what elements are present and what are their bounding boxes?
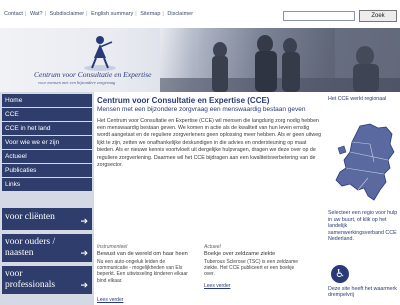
sidebar-item-cce[interactable]: CCE (2, 108, 92, 121)
right-column: Het CCE werkt regionaal (328, 96, 398, 103)
teaser-title: Boekje over zeldzame ziekte (204, 251, 276, 257)
top-link-contact[interactable]: Contact (3, 11, 24, 17)
sidebar-item-home[interactable]: Home (2, 94, 92, 107)
separator: | (86, 11, 88, 17)
voor-ouders-button[interactable]: voor ouders / naasten ➔ (2, 234, 92, 262)
search-button[interactable]: Zoek (359, 10, 397, 22)
sidebar-item-voor-wie[interactable]: Voor wie we er zijn (2, 136, 92, 149)
main-content: Centrum voor Consultatie en Expertise (C… (97, 96, 322, 169)
search-input[interactable] (283, 11, 355, 21)
lees-verder-link[interactable]: Lees verder (97, 297, 123, 303)
teaser-body: Tuberous Sclerose (TSC) is een zeldzame … (204, 259, 299, 278)
drempelvrij-text: Deze site heeft het waarmerk drempelvrij (328, 286, 397, 299)
arrow-right-icon: ➔ (80, 217, 88, 227)
sidebar-item-actueel[interactable]: Actueel (2, 150, 92, 163)
page-title: Centrum voor Consultatie en Expertise (C… (97, 96, 270, 105)
teaser-instrumenteel: Instrumenteel Bewust van de wereld om ha… (97, 244, 197, 284)
top-link-subdisclaimer[interactable]: Subdisclaimer (49, 11, 86, 17)
logo-title: Centrum voor Consultatie en Expertise (34, 70, 152, 79)
teaser-label: Instrumenteel (97, 244, 128, 250)
lees-verder-link[interactable]: Lees verder (204, 283, 230, 289)
voor-professionals-button[interactable]: voor professionals ➔ (2, 266, 92, 294)
drempelvrij-badge-icon[interactable]: ♿ (331, 265, 349, 283)
sidebar-nav: Home CCE CCE in het land Voor wie we er … (2, 94, 92, 192)
top-bar: Contact | Wat? | Subdisclaimer | English su… (0, 0, 400, 28)
page-subtitle: Mensen met een bijzondere zorgvraag een … (97, 105, 306, 113)
button-label: naasten (5, 248, 34, 258)
top-links: Contact | Wat? | Subdisclaimer | English su… (3, 11, 194, 17)
region-select-text: Selecteer een regio voor hulp in uw buur… (328, 210, 398, 243)
separator: | (162, 11, 164, 17)
teaser-label: Actueel (204, 244, 221, 250)
arrow-right-icon: ➔ (80, 249, 88, 259)
logo-figure-icon (84, 36, 116, 71)
header-banner: Centrum voor Consultatie en Expertise vo… (0, 28, 400, 92)
button-label: voor cliënten (5, 212, 55, 222)
button-label: voor ouders / (5, 237, 56, 247)
intro-text: Het Centrum voor Consultatie en Expertis… (97, 117, 322, 168)
sidebar-item-cce-in-het-land[interactable]: CCE in het land (2, 122, 92, 135)
button-label: voor (5, 269, 23, 279)
teaser-title: Bewust van de wereld om haar heen (97, 251, 188, 257)
regional-intro: Het CCE werkt regionaal (328, 96, 387, 102)
separator: | (135, 11, 137, 17)
voor-clienten-button[interactable]: voor cliënten ➔ (2, 208, 92, 230)
top-link-wat[interactable]: Wat? (29, 11, 44, 17)
sidebar-item-links[interactable]: Links (2, 178, 92, 191)
button-label: professionals (5, 280, 56, 290)
separator: | (24, 11, 27, 17)
netherlands-map-icon (335, 123, 395, 201)
top-link-sitemap[interactable]: Sitemap (139, 11, 161, 17)
top-link-disclaimer[interactable]: Disclaimer (166, 11, 194, 17)
sidebar-item-publicaties[interactable]: Publicaties (2, 164, 92, 177)
teaser-actueel: Actueel Boekje over zeldzame ziekte Tube… (204, 244, 304, 278)
separator: | (44, 11, 47, 17)
banner-photo (160, 28, 400, 92)
arrow-right-icon: ➔ (80, 281, 88, 291)
people-walking-image (160, 28, 400, 92)
top-link-english-summary[interactable]: English summary (90, 11, 134, 17)
logo-subtitle: voor mensen met een bijzondere zorgvraag (38, 80, 116, 85)
teaser-body: Nu een auto-ongeluk leiden de communicat… (97, 259, 188, 284)
netherlands-map[interactable] (330, 122, 396, 209)
